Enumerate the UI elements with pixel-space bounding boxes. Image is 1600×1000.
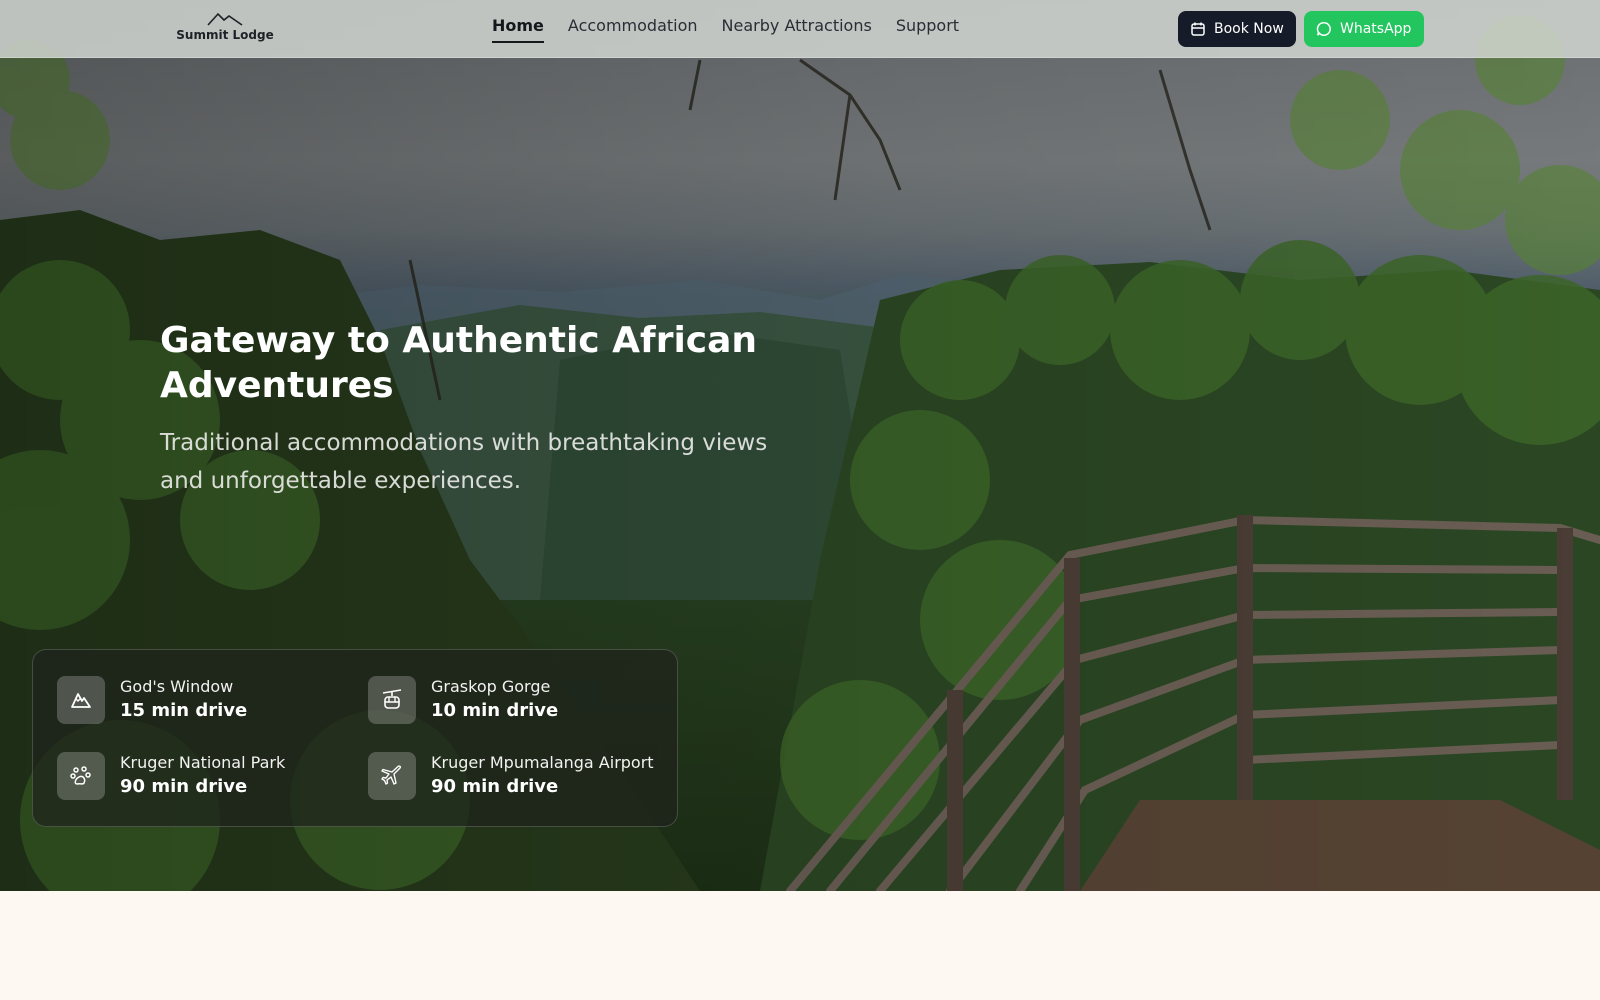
hero-title: Gateway to Authentic African Adventures: [160, 320, 758, 406]
chat-bubble-icon: [1316, 22, 1331, 36]
nav-item-home[interactable]: Home: [492, 16, 544, 43]
nearby-attractions-card: God's Window 15 min drive Graskop Gorge …: [32, 649, 678, 827]
attraction-distance: 90 min drive: [120, 776, 248, 797]
book-now-label: Book Now: [1214, 21, 1284, 37]
paw-print-icon: [70, 766, 91, 785]
book-now-button[interactable]: Book Now: [1178, 11, 1296, 47]
attraction-distance: 90 min drive: [431, 776, 559, 797]
attraction-distance: 15 min drive: [120, 700, 248, 721]
whatsapp-label: WhatsApp: [1340, 21, 1412, 37]
top-navbar: Summit Lodge Home Accommodation Nearby A…: [0, 0, 1600, 58]
nav-item-support[interactable]: Support: [896, 16, 959, 43]
mountain-icon: [207, 12, 243, 26]
hero-text: Gateway to Authentic African Adventures …: [160, 318, 820, 500]
hero-subtitle: Traditional accommodations with breathta…: [160, 430, 768, 494]
cable-car-icon: [382, 689, 402, 709]
whatsapp-button[interactable]: WhatsApp: [1304, 11, 1424, 47]
nav-item-accommodation[interactable]: Accommodation: [568, 16, 698, 43]
plane-icon: [381, 765, 402, 785]
attraction-item: Kruger Mpumalanga Airport 90 min drive: [368, 752, 654, 800]
attraction-name: Kruger National Park: [120, 753, 286, 772]
attraction-item: God's Window 15 min drive: [57, 676, 247, 724]
attraction-name: God's Window: [120, 677, 234, 696]
brand-logo[interactable]: Summit Lodge: [176, 12, 274, 42]
attraction-name: Graskop Gorge: [431, 677, 551, 696]
calendar-icon: [1191, 22, 1205, 36]
attraction-distance: 10 min drive: [431, 700, 559, 721]
nav-item-nearby-attractions[interactable]: Nearby Attractions: [722, 16, 872, 43]
attraction-name: Kruger Mpumalanga Airport: [431, 753, 654, 772]
attraction-item: Graskop Gorge 10 min drive: [368, 676, 558, 724]
main-menu: Home Accommodation Nearby Attractions Su…: [492, 16, 959, 43]
mountain-icon: [71, 693, 91, 708]
brand-name: Summit Lodge: [176, 28, 274, 42]
attraction-item: Kruger National Park 90 min drive: [57, 752, 285, 800]
